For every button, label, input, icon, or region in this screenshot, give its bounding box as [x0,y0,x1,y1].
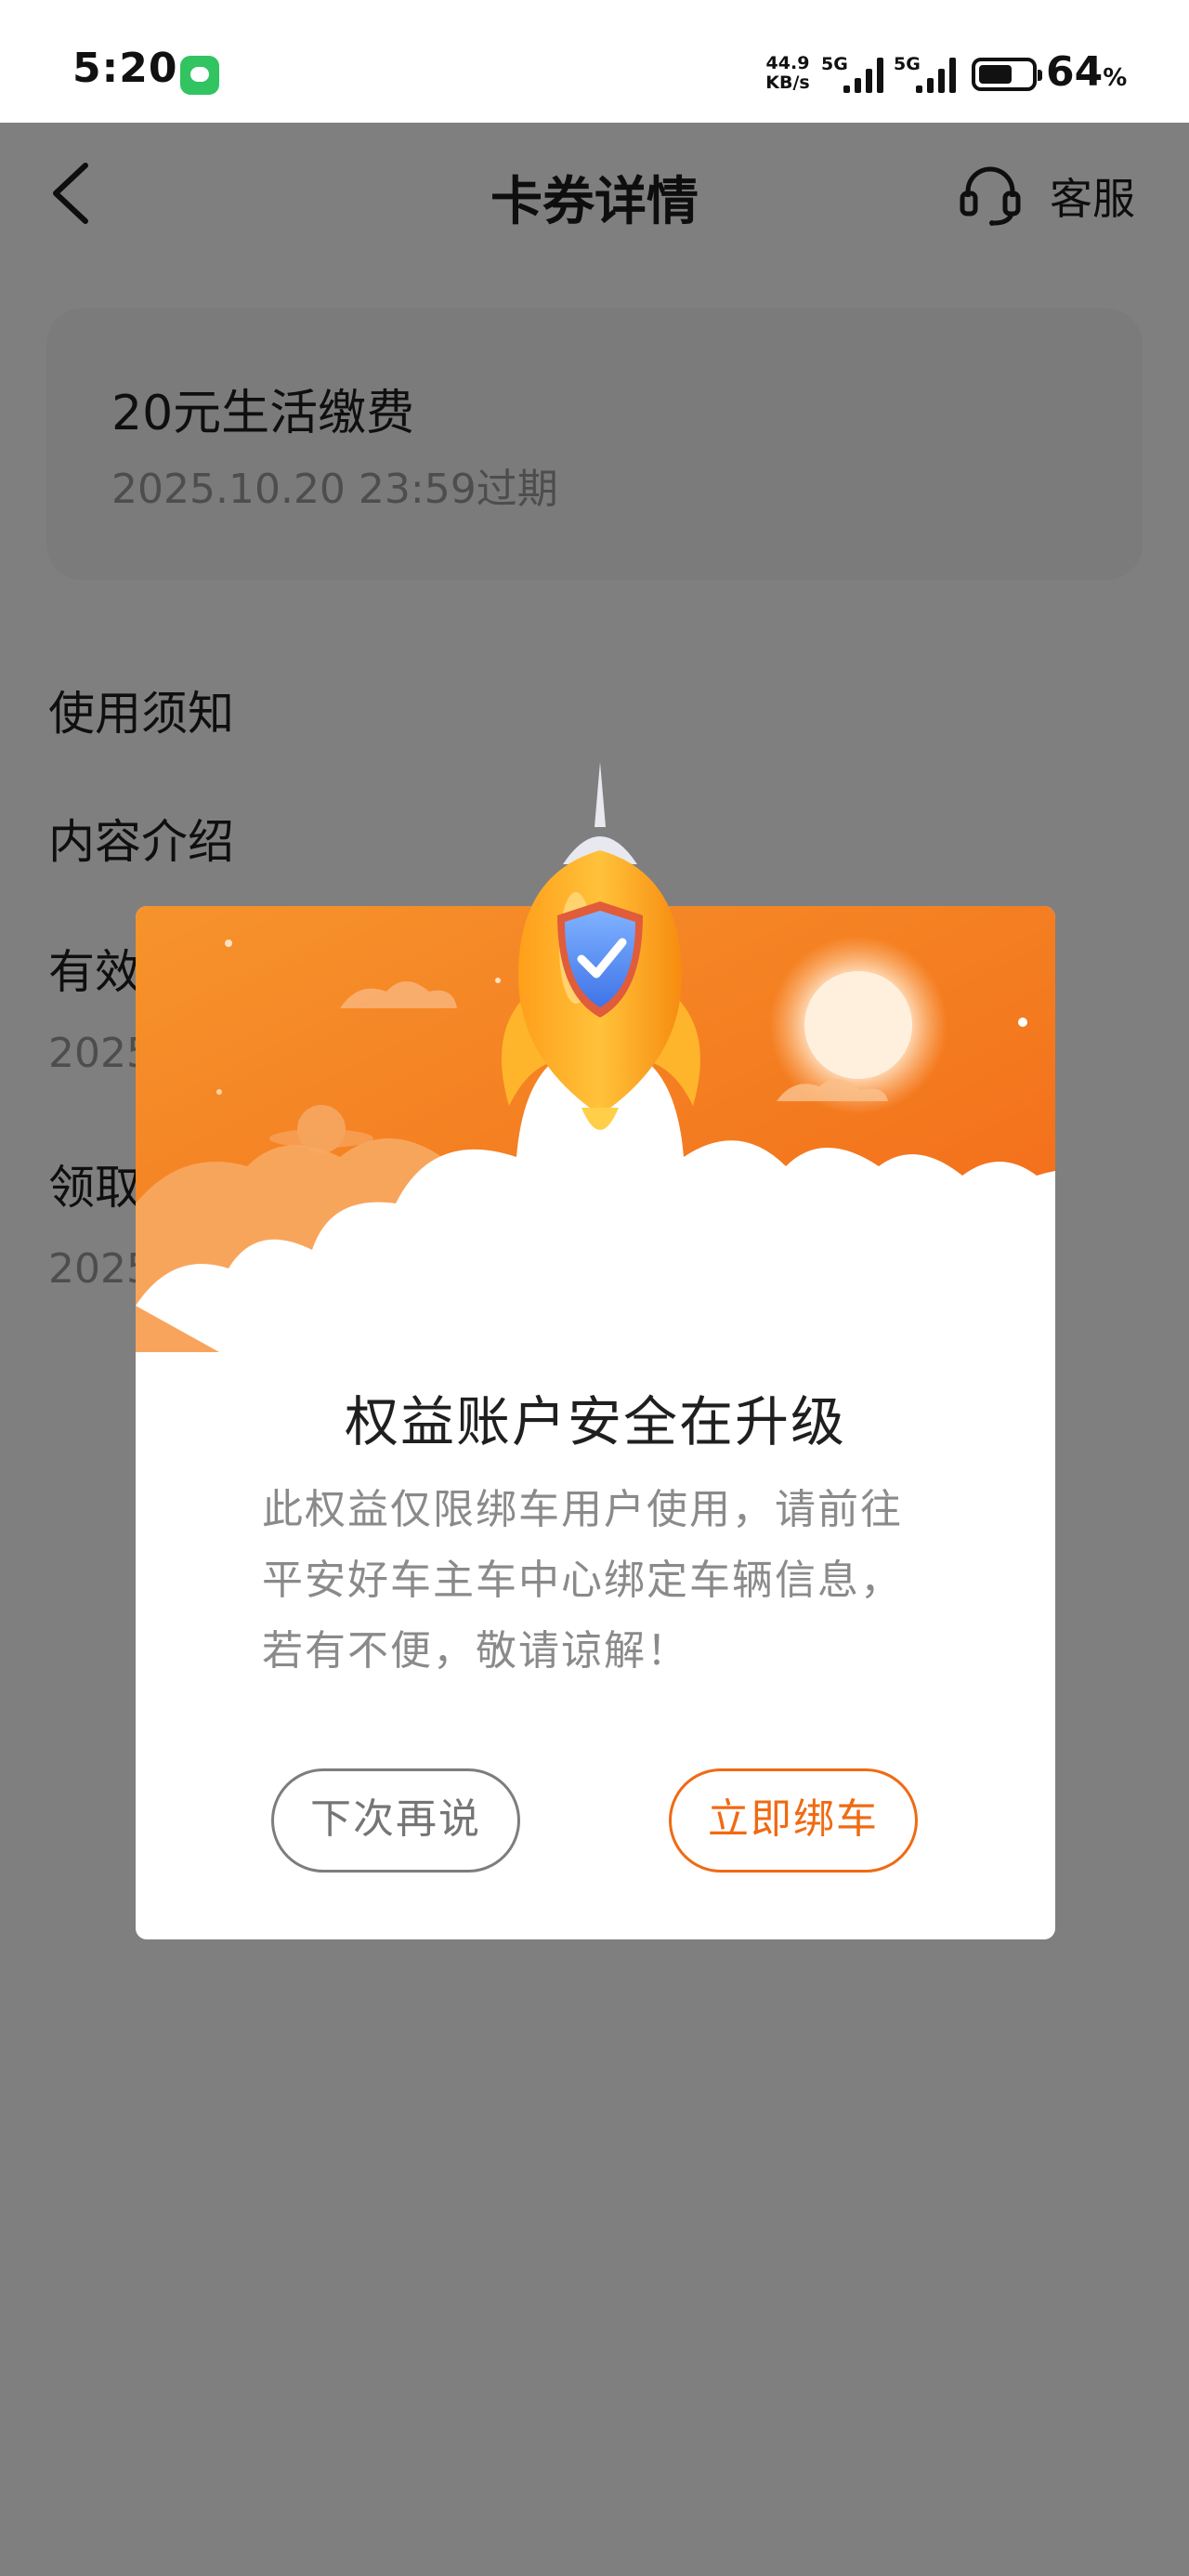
network-speed-value: 44.9 [765,53,810,73]
dialog-message-line-1: 此权益仅限绑车用户使用，请前往 [262,1486,903,1533]
rocket-shield-icon [501,762,700,1227]
dialog-message-line-2: 平安好车主车中心绑定车辆信息， [262,1557,903,1604]
dialog-message-line-3: 若有不便，敬请谅解！ [262,1627,689,1675]
battery-icon [972,58,1042,91]
status-time: 5:20 [72,45,178,92]
battery-level-unit: % [1103,64,1128,92]
signal-2-bars-icon [914,54,959,93]
message-notification-icon [180,56,219,95]
battery-level-value: 64 [1046,48,1104,96]
network-speed-unit: KB/s [765,72,810,93]
dialog-title: 权益账户安全在升级 [344,1390,846,1453]
battery-level: 64% [1046,48,1127,96]
dialog-message: 此权益仅限绑车用户使用，请前往 平安好车主车中心绑定车辆信息， 若有不便，敬请谅… [262,1475,968,1687]
network-speed: 44.9 KB/s [760,54,816,93]
later-button[interactable]: 下次再说 [271,1768,520,1873]
battery-fill [979,65,1012,84]
signal-1-bars-icon [842,54,886,93]
bind-car-button[interactable]: 立即绑车 [669,1768,918,1873]
status-bar: 5:20 44.9 KB/s 5G 5G 64% [0,0,1189,123]
security-upgrade-dialog: 权益账户安全在升级 此权益仅限绑车用户使用，请前往 平安好车主车中心绑定车辆信息… [136,762,1055,1939]
